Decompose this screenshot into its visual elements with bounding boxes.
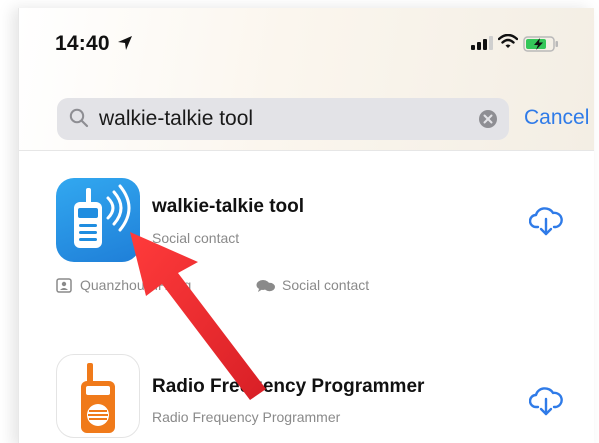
wifi-icon <box>498 34 518 48</box>
search-result[interactable]: Radio Frequency Programmer Radio Frequen… <box>19 348 594 443</box>
app-subtitle: Social contact <box>152 230 240 246</box>
developer-name: QuanzhouDiHeng <box>80 277 192 293</box>
cloud-download-icon[interactable] <box>529 386 563 416</box>
chat-bubbles-icon <box>256 280 275 292</box>
cloud-download-icon[interactable] <box>529 206 563 236</box>
category-name: Social contact <box>282 277 370 293</box>
app-store-screen: 14:40 walkie-talkie tool Cancel walkie-t… <box>18 8 594 443</box>
status-time: 14:40 <box>55 32 110 55</box>
app-subtitle: Radio Frequency Programmer <box>152 409 341 425</box>
search-input[interactable]: walkie-talkie tool <box>57 98 509 140</box>
developer-icon <box>56 278 72 293</box>
clear-icon[interactable] <box>478 109 498 129</box>
walkie-talkie-app-icon[interactable] <box>56 178 140 262</box>
app-title: walkie-talkie tool <box>152 196 305 217</box>
search-query: walkie-talkie tool <box>99 107 254 130</box>
magnifier-icon <box>69 108 89 128</box>
cellular-signal-icon <box>471 36 493 50</box>
radio-programmer-app-icon[interactable] <box>56 354 140 438</box>
battery-charging-icon <box>523 36 558 52</box>
cancel-button[interactable]: Cancel <box>524 106 589 130</box>
status-bar: 14:40 <box>19 8 594 78</box>
divider <box>19 150 594 151</box>
app-title: Radio Frequency Programmer <box>152 376 425 397</box>
search-row: walkie-talkie tool Cancel <box>19 98 594 142</box>
location-arrow-icon <box>118 36 132 50</box>
search-result[interactable]: walkie-talkie tool Social contact Quanzh… <box>19 172 594 322</box>
